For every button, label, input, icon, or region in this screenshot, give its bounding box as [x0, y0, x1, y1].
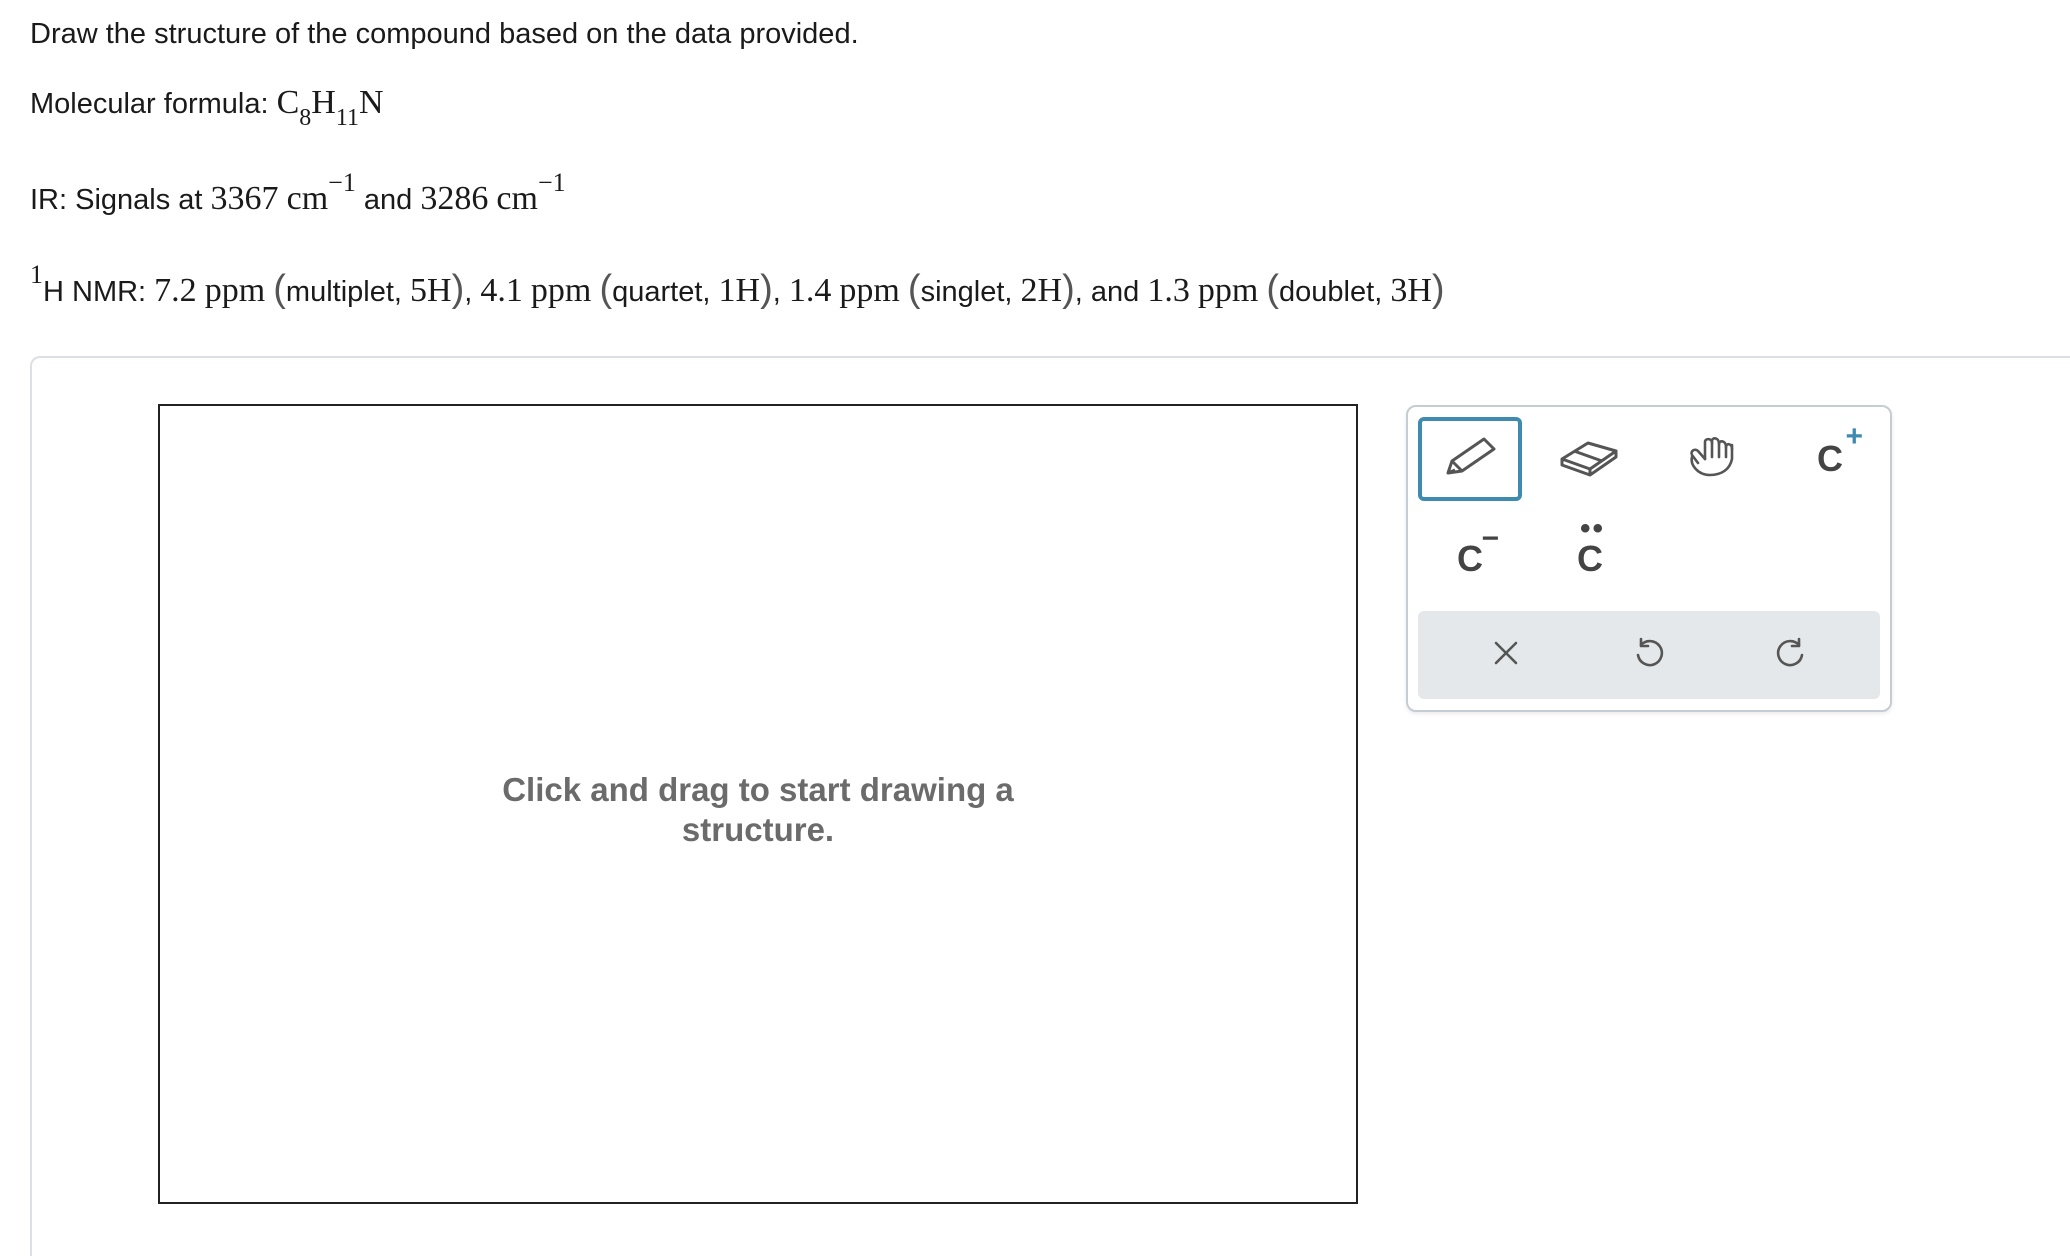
hand-icon: [1684, 435, 1740, 484]
nmr-multiplicity: singlet,: [920, 276, 1013, 308]
ir-unit-2-exponent: −1: [537, 168, 566, 197]
carbanion-tool-button[interactable]: C −: [1418, 517, 1522, 601]
nmr-shift: 1.4: [788, 272, 832, 309]
nmr-integration: 5H: [410, 272, 452, 309]
molecular-formula-line: Molecular formula: C8H11N: [30, 84, 384, 131]
carbocation-tool-button[interactable]: C +: [1778, 417, 1882, 501]
nmr-integration: 1H: [718, 272, 761, 309]
ir-value-2: 3286: [420, 180, 489, 217]
nmr-open-paren: (: [1266, 268, 1280, 310]
formula-hydrogen-count: 11: [335, 105, 359, 131]
clear-button[interactable]: [1446, 611, 1566, 699]
canvas-hint: Click and drag to start drawing a struct…: [502, 771, 1014, 848]
nmr-signal: 7.2 ppm (multiplet, 5H),: [154, 268, 480, 310]
nmr-integration: 3H: [1390, 272, 1432, 309]
carbanion-icon: C −: [1457, 522, 1499, 579]
nmr-open-paren: (: [599, 268, 613, 310]
redo-icon: [1776, 637, 1808, 674]
lone-pair-icon: C ••: [1577, 512, 1606, 579]
nmr-unit: ppm: [530, 272, 592, 309]
ir-and: and: [363, 184, 413, 216]
nmr-separator: ,: [464, 276, 473, 308]
drawing-canvas[interactable]: Click and drag to start drawing a struct…: [158, 404, 1358, 1204]
formula-nitrogen: N: [358, 84, 384, 121]
formula-hydrogen: H: [311, 84, 336, 121]
hand-tool-button[interactable]: [1660, 417, 1764, 501]
pencil-icon: [1438, 435, 1502, 484]
nmr-label: H NMR:: [43, 276, 147, 308]
nmr-signal: 4.1 ppm (quartet, 1H),: [480, 268, 788, 310]
ir-data-line: IR: Signals at 3367 cm−1 and 3286 cm−1: [30, 168, 566, 218]
eraser-tool-button[interactable]: [1538, 417, 1642, 501]
nmr-signal: 1.4 ppm (singlet, 2H), and: [789, 268, 1147, 310]
nmr-separator: , and: [1074, 276, 1140, 308]
question-title: Draw the structure of the compound based…: [30, 18, 859, 50]
nmr-unit: ppm: [1197, 272, 1259, 309]
carbocation-icon: C +: [1817, 420, 1863, 479]
nmr-open-paren: (: [907, 268, 921, 310]
nmr-shift: 7.2: [154, 272, 197, 309]
formula-carbon: C: [276, 84, 300, 121]
nmr-separator: ,: [772, 276, 781, 308]
nmr-close-paren: ): [1431, 268, 1445, 310]
nmr-shift: 4.1: [480, 272, 523, 309]
ir-unit-1: cm: [286, 180, 329, 217]
nmr-multiplicity: doublet,: [1279, 276, 1383, 308]
pencil-tool-button[interactable]: [1418, 417, 1522, 501]
redo-button[interactable]: [1732, 611, 1852, 699]
undo-icon: [1632, 637, 1664, 674]
nmr-close-paren: ): [1062, 268, 1075, 310]
ir-value-1: 3367: [210, 180, 279, 217]
nmr-close-paren: ): [451, 268, 465, 310]
ir-unit-1-exponent: −1: [328, 168, 356, 197]
nmr-open-paren: (: [273, 268, 286, 310]
lone-pair-tool-button[interactable]: C ••: [1538, 512, 1642, 601]
nmr-multiplicity: multiplet,: [285, 276, 402, 308]
nmr-data-line: 1H NMR: 7.2 ppm (multiplet, 5H), 4.1 ppm…: [30, 260, 1445, 311]
formula-carbon-count: 8: [299, 105, 312, 131]
eraser-icon: [1558, 437, 1622, 482]
action-bar: [1418, 611, 1880, 699]
ir-label: IR: Signals at: [30, 184, 203, 216]
drawing-toolbar: C + C − C ••: [1406, 405, 1892, 712]
nmr-isotope: 1: [30, 260, 43, 289]
formula-label: Molecular formula:: [30, 88, 269, 120]
nmr-signal: 1.3 ppm (doublet, 3H): [1147, 268, 1444, 310]
nmr-close-paren: ): [760, 268, 773, 310]
clear-icon: [1492, 639, 1520, 672]
nmr-integration: 2H: [1020, 272, 1063, 309]
nmr-unit: ppm: [839, 272, 900, 309]
nmr-multiplicity: quartet,: [612, 276, 711, 308]
nmr-unit: ppm: [204, 272, 266, 309]
ir-unit-2: cm: [496, 180, 538, 217]
nmr-shift: 1.3: [1147, 272, 1190, 309]
undo-button[interactable]: [1588, 611, 1708, 699]
